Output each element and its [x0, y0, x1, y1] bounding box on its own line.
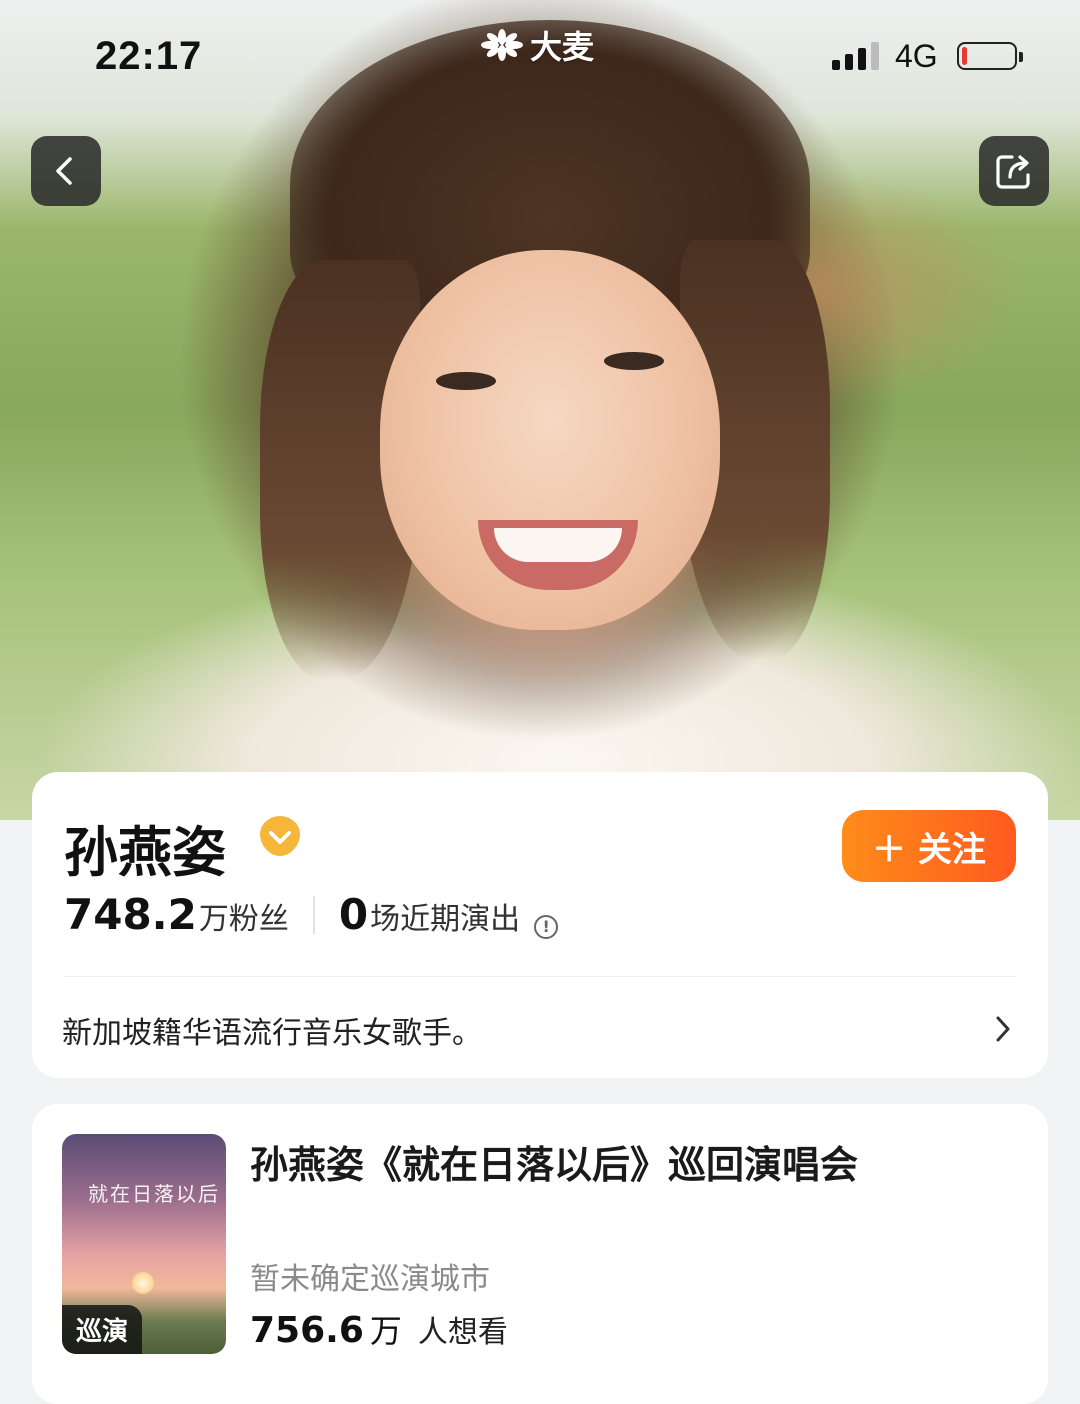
brand-name: 大麦 [530, 28, 595, 66]
battery-icon [957, 42, 1023, 70]
artist-hero-photo [0, 0, 1080, 820]
left-eye [436, 372, 496, 390]
follow-button[interactable]: ＋ 关注 [842, 810, 1016, 882]
teeth [494, 528, 622, 562]
want-label: 人想看 [417, 1315, 508, 1350]
share-icon [996, 155, 1030, 189]
artist-name: 孙燕姿 [64, 820, 226, 884]
info-icon[interactable]: ! [534, 915, 559, 939]
poster-title: 就在日落以后 [88, 1182, 220, 1206]
event-poster[interactable]: 就在日落以后 巡演 [62, 1134, 226, 1354]
want-count: 756.6 [250, 1310, 364, 1351]
event-card[interactable]: 就在日落以后 巡演 孙燕姿《就在日落以后》巡回演唱会 暂未确定巡演城市 756.… [32, 1104, 1048, 1404]
stats-divider [312, 895, 315, 934]
artist-profile-card: 孙燕姿 ＋ 关注 748.2 万粉丝 0 场近期演出 ! 新加坡籍华语流行音乐女… [32, 772, 1048, 1078]
artist-bio[interactable]: 新加坡籍华语流行音乐女歌手。 [62, 1008, 482, 1052]
chevron-right-icon[interactable] [992, 1014, 1014, 1044]
fans-count: 748.2 [64, 890, 197, 939]
brand-flower-icon [481, 29, 523, 61]
shows-count: 0 [338, 890, 369, 939]
want-unit: 万 [369, 1312, 402, 1350]
chevron-left-icon [56, 157, 72, 185]
brand-logo: 大麦 [480, 22, 594, 68]
right-eye [604, 352, 664, 370]
network-type: 4G [895, 38, 938, 74]
artist-stats: 748.2 万粉丝 0 场近期演出 ! [64, 890, 559, 939]
verified-badge-icon [260, 816, 300, 856]
card-divider [64, 976, 1016, 977]
event-title[interactable]: 孙燕姿《就在日落以后》巡回演唱会 [250, 1134, 1010, 1189]
status-time: 22:17 [95, 34, 203, 78]
want-to-see: 756.6 万 人想看 [250, 1306, 508, 1352]
fans-label: 万粉丝 [198, 902, 289, 937]
event-city: 暂未确定巡演城市 [250, 1262, 490, 1297]
shows-label: 场近期演出 [370, 902, 521, 937]
back-button[interactable] [31, 136, 101, 206]
share-button[interactable] [979, 136, 1049, 206]
signal-icon [832, 42, 879, 70]
tour-tag: 巡演 [62, 1305, 143, 1354]
poster-sun [132, 1272, 154, 1294]
